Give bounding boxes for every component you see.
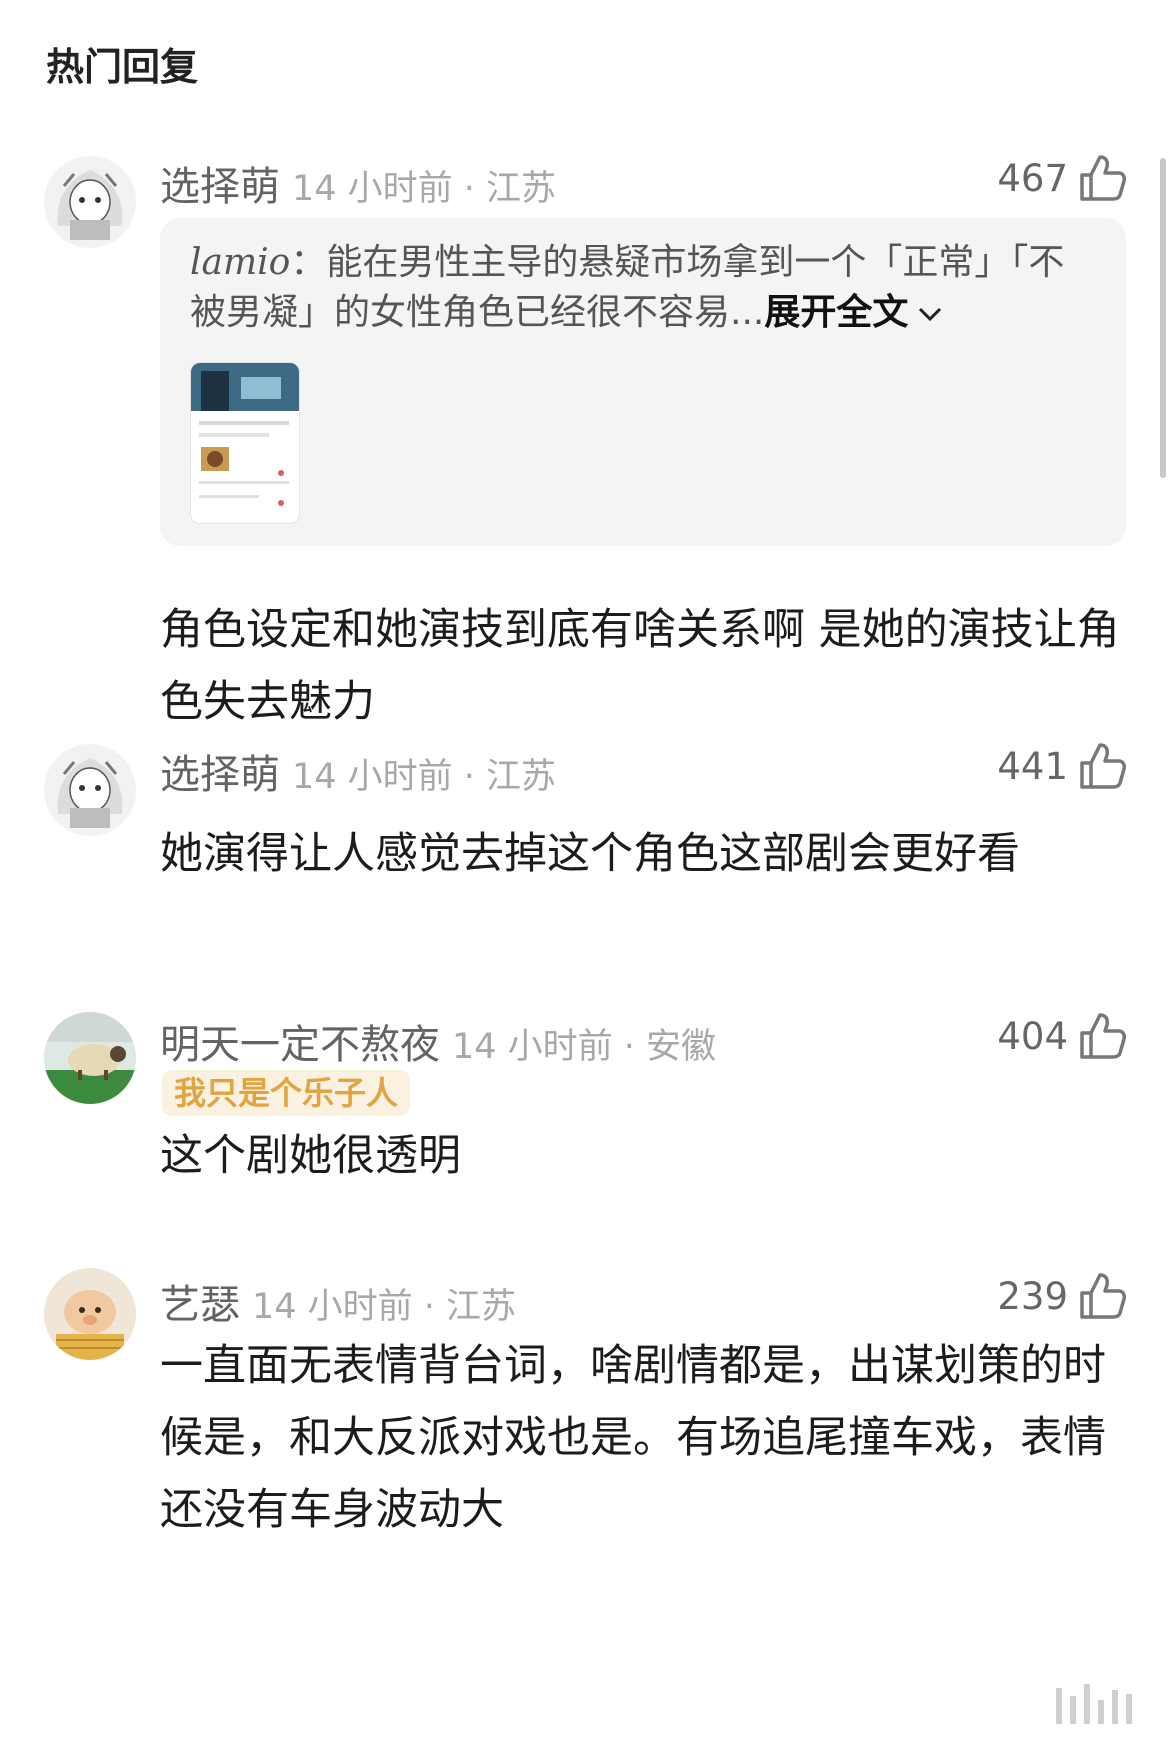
like-button[interactable]: 404 (997, 1008, 1126, 1064)
quoted-author[interactable]: lamio (190, 242, 290, 283)
avatar[interactable] (44, 744, 136, 836)
comment-meta: 14 小时前 · 江苏 (292, 757, 557, 797)
comment-text: 一直面无表情背台词，啥剧情都是，出谋划策的时候是，和大反派对戏也是。有场追尾撞车… (160, 1341, 1106, 1535)
thumbs-up-icon (1080, 1273, 1126, 1319)
comment-meta: 14 小时前 · 安徽 (452, 1027, 717, 1067)
like-button[interactable]: 239 (997, 1268, 1126, 1324)
username-text[interactable]: 选择萌 (160, 164, 280, 210)
username-text[interactable]: 明天一定不熬夜 (160, 1022, 440, 1068)
scrollbar[interactable] (1160, 158, 1166, 478)
quoted-image-thumbnail[interactable] (190, 362, 300, 524)
username-text[interactable]: 选择萌 (160, 752, 280, 798)
like-count: 467 (997, 156, 1068, 200)
quoted-reply[interactable]: lamio：能在男性主导的悬疑市场拿到一个「正常」「不被男凝」的女性角色已经很不… (160, 218, 1126, 546)
comment-text: 她演得让人感觉去掉这个角色这部剧会更好看 (160, 829, 1020, 879)
avatar[interactable] (44, 1268, 136, 1360)
expand-full-text-link[interactable]: 展开全文 (764, 292, 944, 333)
thumbs-up-icon (1080, 1013, 1126, 1059)
like-count: 404 (997, 1014, 1068, 1058)
comment-author[interactable]: 选择萌 14 小时前 · 江苏 (160, 154, 556, 212)
avatar[interactable] (44, 1012, 136, 1104)
like-button[interactable]: 467 (997, 150, 1126, 206)
comment-text: 角色设定和她演技到底有啥关系啊 是她的演技让角色失去魅力 (160, 605, 1120, 727)
thumbs-up-icon (1080, 155, 1126, 201)
comment-meta: 14 小时前 · 江苏 (252, 1287, 517, 1327)
comment-meta: 14 小时前 · 江苏 (292, 169, 557, 209)
quoted-text: lamio：能在男性主导的悬疑市场拿到一个「正常」「不被男凝」的女性角色已经很不… (190, 242, 1065, 333)
chevron-down-icon (919, 307, 942, 322)
thumbs-up-icon (1080, 743, 1126, 789)
like-count: 441 (997, 744, 1068, 788)
comment-text: 这个剧她很透明 (160, 1131, 461, 1181)
like-count: 239 (997, 1274, 1068, 1318)
like-button[interactable]: 441 (997, 738, 1126, 794)
watermark-graphic (1056, 1684, 1140, 1724)
comment-author[interactable]: 选择萌 14 小时前 · 江苏 (160, 742, 556, 800)
section-title: 热门回复 (46, 45, 199, 89)
comment-author[interactable]: 明天一定不熬夜 14 小时前 · 安徽 (160, 1012, 716, 1070)
avatar[interactable] (44, 156, 136, 248)
comment-author[interactable]: 艺瑟 14 小时前 · 江苏 (160, 1272, 516, 1330)
username-text[interactable]: 艺瑟 (160, 1282, 240, 1328)
user-badge[interactable]: 我只是个乐子人 (162, 1070, 411, 1116)
